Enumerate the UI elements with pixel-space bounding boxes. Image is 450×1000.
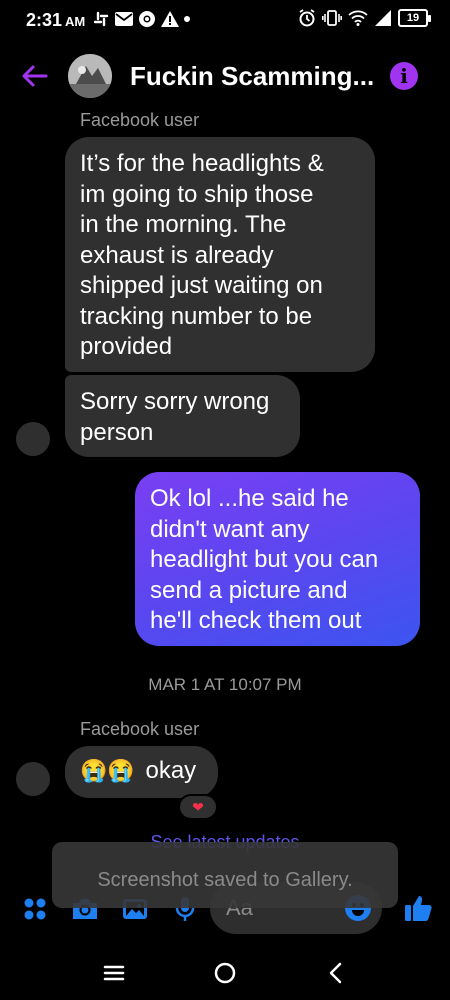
sender-avatar[interactable] <box>16 422 50 456</box>
apps-icon[interactable] <box>20 894 50 924</box>
message-line: Ok lol ...he said he <box>150 485 349 512</box>
message-line: exhaust is already <box>80 241 274 269</box>
message-bubble-incoming[interactable]: 😭😭 okay <box>65 746 218 798</box>
sender-label: Facebook user <box>80 719 200 739</box>
message-line: shipped just waiting on <box>80 272 323 299</box>
status-time-ampm: AM <box>65 14 86 29</box>
status-time-value: 2:31 <box>26 10 63 30</box>
message-bubble-outgoing[interactable]: Ok lol ...he said he didn't want any hea… <box>135 472 420 646</box>
message-timestamp: MAR 1 AT 10:07 PM <box>148 675 302 694</box>
message-line: headlight but you can <box>150 546 379 573</box>
battery-indicator: 19 <box>398 9 431 27</box>
message-line: Sorry sorry wrong <box>80 388 270 415</box>
dot-icon <box>184 16 190 22</box>
sender-avatar[interactable] <box>16 762 50 796</box>
conversation-header: Fuckin Scamming... i <box>0 48 450 104</box>
signal-icon <box>375 10 391 26</box>
message-text: okay <box>145 757 197 784</box>
crying-emoji: 😭😭 <box>80 758 135 783</box>
message-line: tracking number to be <box>80 302 313 330</box>
wifi-icon <box>348 10 368 26</box>
message-line: didn't want any <box>150 515 310 543</box>
status-bar: 2:31 AM 19 <box>0 0 450 40</box>
vibrate-icon <box>322 10 342 26</box>
heart-reaction[interactable]: ❤ <box>178 794 218 820</box>
message-line: he'll check them out <box>150 607 362 634</box>
message-bubble-incoming[interactable]: It’s for the headlights & im going to sh… <box>65 137 375 372</box>
system-icons: 19 <box>298 9 431 27</box>
warning-icon <box>161 11 179 27</box>
screenshot-toast: Screenshot saved to Gallery. <box>52 842 398 908</box>
chrome-icon <box>139 11 155 27</box>
notification-icons <box>92 10 190 28</box>
mail-icon <box>115 12 133 26</box>
message-bubble-incoming[interactable]: Sorry sorry wrong person <box>65 375 300 457</box>
sender-label: Facebook user <box>80 110 200 130</box>
message-line: in the morning. The <box>80 211 287 238</box>
alarm-icon <box>299 9 315 27</box>
status-time: 2:31 AM <box>26 10 85 31</box>
home-icon[interactable] <box>211 959 239 987</box>
message-line: im going to ship those <box>80 180 314 208</box>
message-line: send a picture and <box>150 576 348 604</box>
contact-avatar[interactable] <box>68 54 112 98</box>
back-arrow-icon[interactable] <box>18 60 50 92</box>
conversation-title[interactable]: Fuckin Scamming... <box>130 61 380 92</box>
message-line: person <box>80 418 154 446</box>
system-navigation-bar <box>0 945 450 1000</box>
back-icon[interactable] <box>322 959 350 987</box>
heart-icon: ❤ <box>192 798 204 815</box>
info-icon[interactable]: i <box>390 62 418 90</box>
thumbs-up-icon[interactable] <box>402 892 434 924</box>
avatar-image <box>68 54 112 98</box>
slack-icon <box>93 11 109 27</box>
battery-level: 19 <box>406 12 420 24</box>
message-line: It’s for the headlights & <box>80 150 324 177</box>
menu-icon[interactable] <box>100 959 128 987</box>
message-line: provided <box>80 333 173 360</box>
